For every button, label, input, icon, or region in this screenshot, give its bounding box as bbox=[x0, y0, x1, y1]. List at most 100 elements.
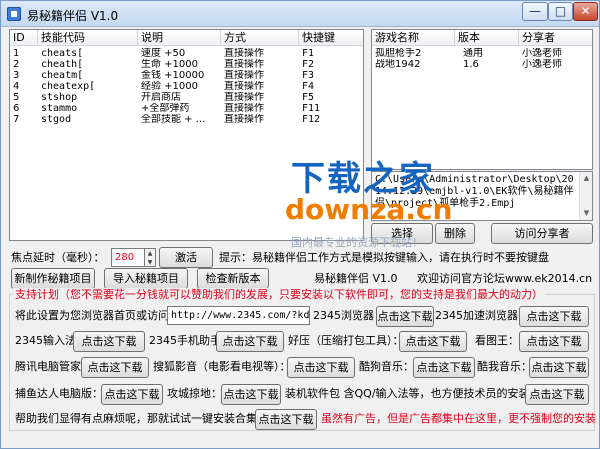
delete-button[interactable]: 删除 bbox=[435, 223, 475, 244]
col-header-mode[interactable]: 方式 bbox=[221, 30, 299, 46]
download-2345-browser-button[interactable]: 点击这下载 bbox=[376, 306, 434, 327]
cell-desc: 经验 +1000 bbox=[141, 81, 199, 92]
table-row[interactable]: 孤胆枪手2 通用 小逸老师 bbox=[372, 48, 592, 59]
cell-code: stshop bbox=[41, 92, 78, 103]
download-kantu-button[interactable]: 点击这下载 bbox=[519, 331, 589, 352]
cell-code: stgod bbox=[41, 114, 72, 125]
table-row[interactable]: 3 cheatm[金钱 +10000 直接操作 F3 bbox=[10, 70, 363, 81]
homepage-label: 将此设置为您浏览器首页或访问: bbox=[15, 309, 173, 322]
download-2345-fast-browser-button[interactable]: 点击这下载 bbox=[519, 306, 589, 327]
spin-up-icon[interactable]: ▲ bbox=[145, 249, 155, 258]
cell-id: 4 bbox=[13, 81, 20, 92]
download-tencent-manager-button[interactable]: 点击这下载 bbox=[81, 357, 149, 378]
cell-key: F3 bbox=[302, 70, 315, 81]
delay-input[interactable]: 280 bbox=[111, 248, 145, 267]
download-kugou-button[interactable]: 点击这下载 bbox=[413, 357, 475, 378]
delay-spinner[interactable]: ▲ ▼ bbox=[144, 248, 156, 267]
minimize-button[interactable]: — bbox=[522, 2, 548, 21]
download-gongcheng-button[interactable]: 点击这下载 bbox=[221, 384, 281, 405]
col-header-version[interactable]: 版本 bbox=[455, 30, 519, 46]
forum-link[interactable]: 欢迎访问官方论坛www.ek2014.cn bbox=[417, 272, 592, 286]
cell-mode: 直接操作 bbox=[224, 103, 264, 114]
close-button[interactable]: ✕ bbox=[573, 2, 598, 21]
cell-code: cheats[ bbox=[41, 48, 84, 59]
download-haozip-button[interactable]: 点击这下载 bbox=[399, 331, 467, 352]
cell-sharer: 小逸老师 bbox=[522, 48, 562, 59]
table-row[interactable]: 6 stammo +全部弹药 直接操作 F11 bbox=[10, 103, 363, 114]
app-icon bbox=[7, 7, 21, 21]
cell-mode: 直接操作 bbox=[224, 114, 264, 125]
cell-game-name: 战地1942 bbox=[375, 59, 421, 70]
title-bar[interactable]: 易秘籍伴侣 V1.0 — □ ✕ bbox=[1, 1, 599, 27]
cell-desc: 生命 +1000 bbox=[141, 59, 199, 70]
path-scrollbar[interactable]: ▲ ▼ bbox=[579, 172, 592, 220]
col-header-key[interactable]: 快捷键 bbox=[299, 30, 363, 46]
cell-game-name: 孤胆枪手2 bbox=[375, 48, 422, 59]
table-row[interactable]: 2 cheath[生命 +1000 直接操作 F2 bbox=[10, 59, 363, 70]
version-text: 易秘籍伴侣 V1.0 bbox=[314, 272, 398, 285]
cell-code: cheatexp[ bbox=[41, 81, 96, 92]
cell-key: F2 bbox=[302, 59, 315, 70]
cell-code: cheatm[ bbox=[41, 70, 84, 81]
download-2345-ime-button[interactable]: 点击这下载 bbox=[73, 331, 145, 352]
cell-sharer: 小逸老师 bbox=[522, 59, 562, 70]
download-sohu-video-button[interactable]: 点击这下载 bbox=[287, 357, 355, 378]
download-kuwo-button[interactable]: 点击这下载 bbox=[529, 357, 589, 378]
col-header-sharer[interactable]: 分享者 bbox=[519, 30, 592, 46]
col-header-id[interactable]: ID bbox=[10, 30, 38, 46]
table-row[interactable]: 4 cheatexp[ 经验 +1000 直接操作 F4 bbox=[10, 81, 363, 92]
cell-desc: +全部弹药 bbox=[141, 103, 190, 114]
col-header-code[interactable]: 技能代码 bbox=[38, 30, 138, 46]
cell-mode: 直接操作 bbox=[224, 70, 264, 81]
download-install-pack-button[interactable]: 点击这下载 bbox=[525, 384, 589, 405]
col-header-desc[interactable]: 说明 bbox=[138, 30, 221, 46]
spin-down-icon[interactable]: ▼ bbox=[145, 258, 155, 267]
table-row[interactable]: 5 stshop 开启商店 直接操作 F5 bbox=[10, 92, 363, 103]
table-row[interactable]: 战地1942 1.6 小逸老师 bbox=[372, 59, 592, 70]
table-row[interactable]: 7 stgod 全部技能 + ... 直接操作 F12 bbox=[10, 114, 363, 125]
cell-version: 通用 bbox=[463, 48, 483, 59]
game-list-table[interactable]: 游戏名称 版本 分享者 孤胆枪手2 通用 小逸老师 战地1942 1.6 小逸老师 bbox=[371, 29, 593, 170]
download-bundle-button[interactable]: 点击这下载 bbox=[255, 409, 317, 430]
bundle-label: 帮助我们显得有点麻烦呢，那就试试一键安装合集： bbox=[15, 412, 268, 425]
cell-key: F5 bbox=[302, 92, 315, 103]
cell-code: cheath[ bbox=[41, 59, 84, 70]
cell-desc: 全部技能 + ... bbox=[141, 114, 206, 125]
visit-sharer-button[interactable]: 访问分享者 bbox=[491, 223, 593, 244]
hint-text: 提示：易秘籍伴侣工作方式是模拟按键输入，请在执行时不要按键盘 bbox=[219, 251, 549, 264]
table-row[interactable]: 1 cheats[速度 +50 直接操作 F1 bbox=[10, 48, 363, 59]
activate-button[interactable]: 激活 bbox=[159, 247, 213, 268]
cell-id: 6 bbox=[13, 103, 20, 114]
import-project-button[interactable]: 导入秘籍项目 bbox=[104, 268, 188, 289]
label-gongcheng: 攻城掠地： bbox=[167, 387, 222, 400]
check-update-button[interactable]: 检查新版本 bbox=[197, 268, 269, 289]
label-fishing: 捕鱼达人电脑版： bbox=[15, 387, 103, 400]
cell-key: F12 bbox=[302, 114, 321, 125]
label-kuwo: 酷我音乐： bbox=[477, 360, 532, 373]
cell-id: 5 bbox=[13, 92, 20, 103]
homepage-url-input[interactable]: http://www.2345.com/?kdreg bbox=[167, 306, 310, 325]
label-install-pack: 装机软件包 含QQ/输入法等，也方便技术员的安装） bbox=[285, 387, 541, 400]
cell-version: 1.6 bbox=[463, 59, 479, 70]
cell-desc: 金钱 +10000 bbox=[141, 70, 205, 81]
cell-key: F4 bbox=[302, 81, 315, 92]
cell-id: 1 bbox=[13, 48, 20, 59]
col-header-game-name[interactable]: 游戏名称 bbox=[372, 30, 455, 46]
watermark-slogan: 国内最专业的资源下载站！ bbox=[291, 236, 423, 249]
scroll-up-icon[interactable]: ▲ bbox=[580, 172, 592, 185]
ad-note: 虽然有广告，但是广告都集中在这里，更不强制您的安装 bbox=[321, 412, 596, 425]
label-sohu-video: 搜狐影音（电影看电视等）： bbox=[153, 360, 291, 373]
label-2345-browser: 2345浏览器： bbox=[313, 309, 385, 322]
scroll-down-icon[interactable]: ▼ bbox=[580, 207, 592, 220]
cell-mode: 直接操作 bbox=[224, 81, 264, 92]
new-project-button[interactable]: 新制作秘籍项目 bbox=[11, 268, 95, 289]
delay-label: 焦点延时（毫秒）： bbox=[11, 251, 105, 264]
maximize-button[interactable]: □ bbox=[548, 2, 573, 21]
download-2345-phone-button[interactable]: 点击这下载 bbox=[216, 331, 284, 352]
cell-desc: 开启商店 bbox=[141, 92, 181, 103]
label-kugou: 酷狗音乐： bbox=[359, 360, 414, 373]
download-fishing-button[interactable]: 点击这下载 bbox=[101, 384, 163, 405]
cell-id: 2 bbox=[13, 59, 20, 70]
label-kantu: 看图王： bbox=[475, 334, 519, 347]
cell-desc: 速度 +50 bbox=[141, 48, 186, 59]
